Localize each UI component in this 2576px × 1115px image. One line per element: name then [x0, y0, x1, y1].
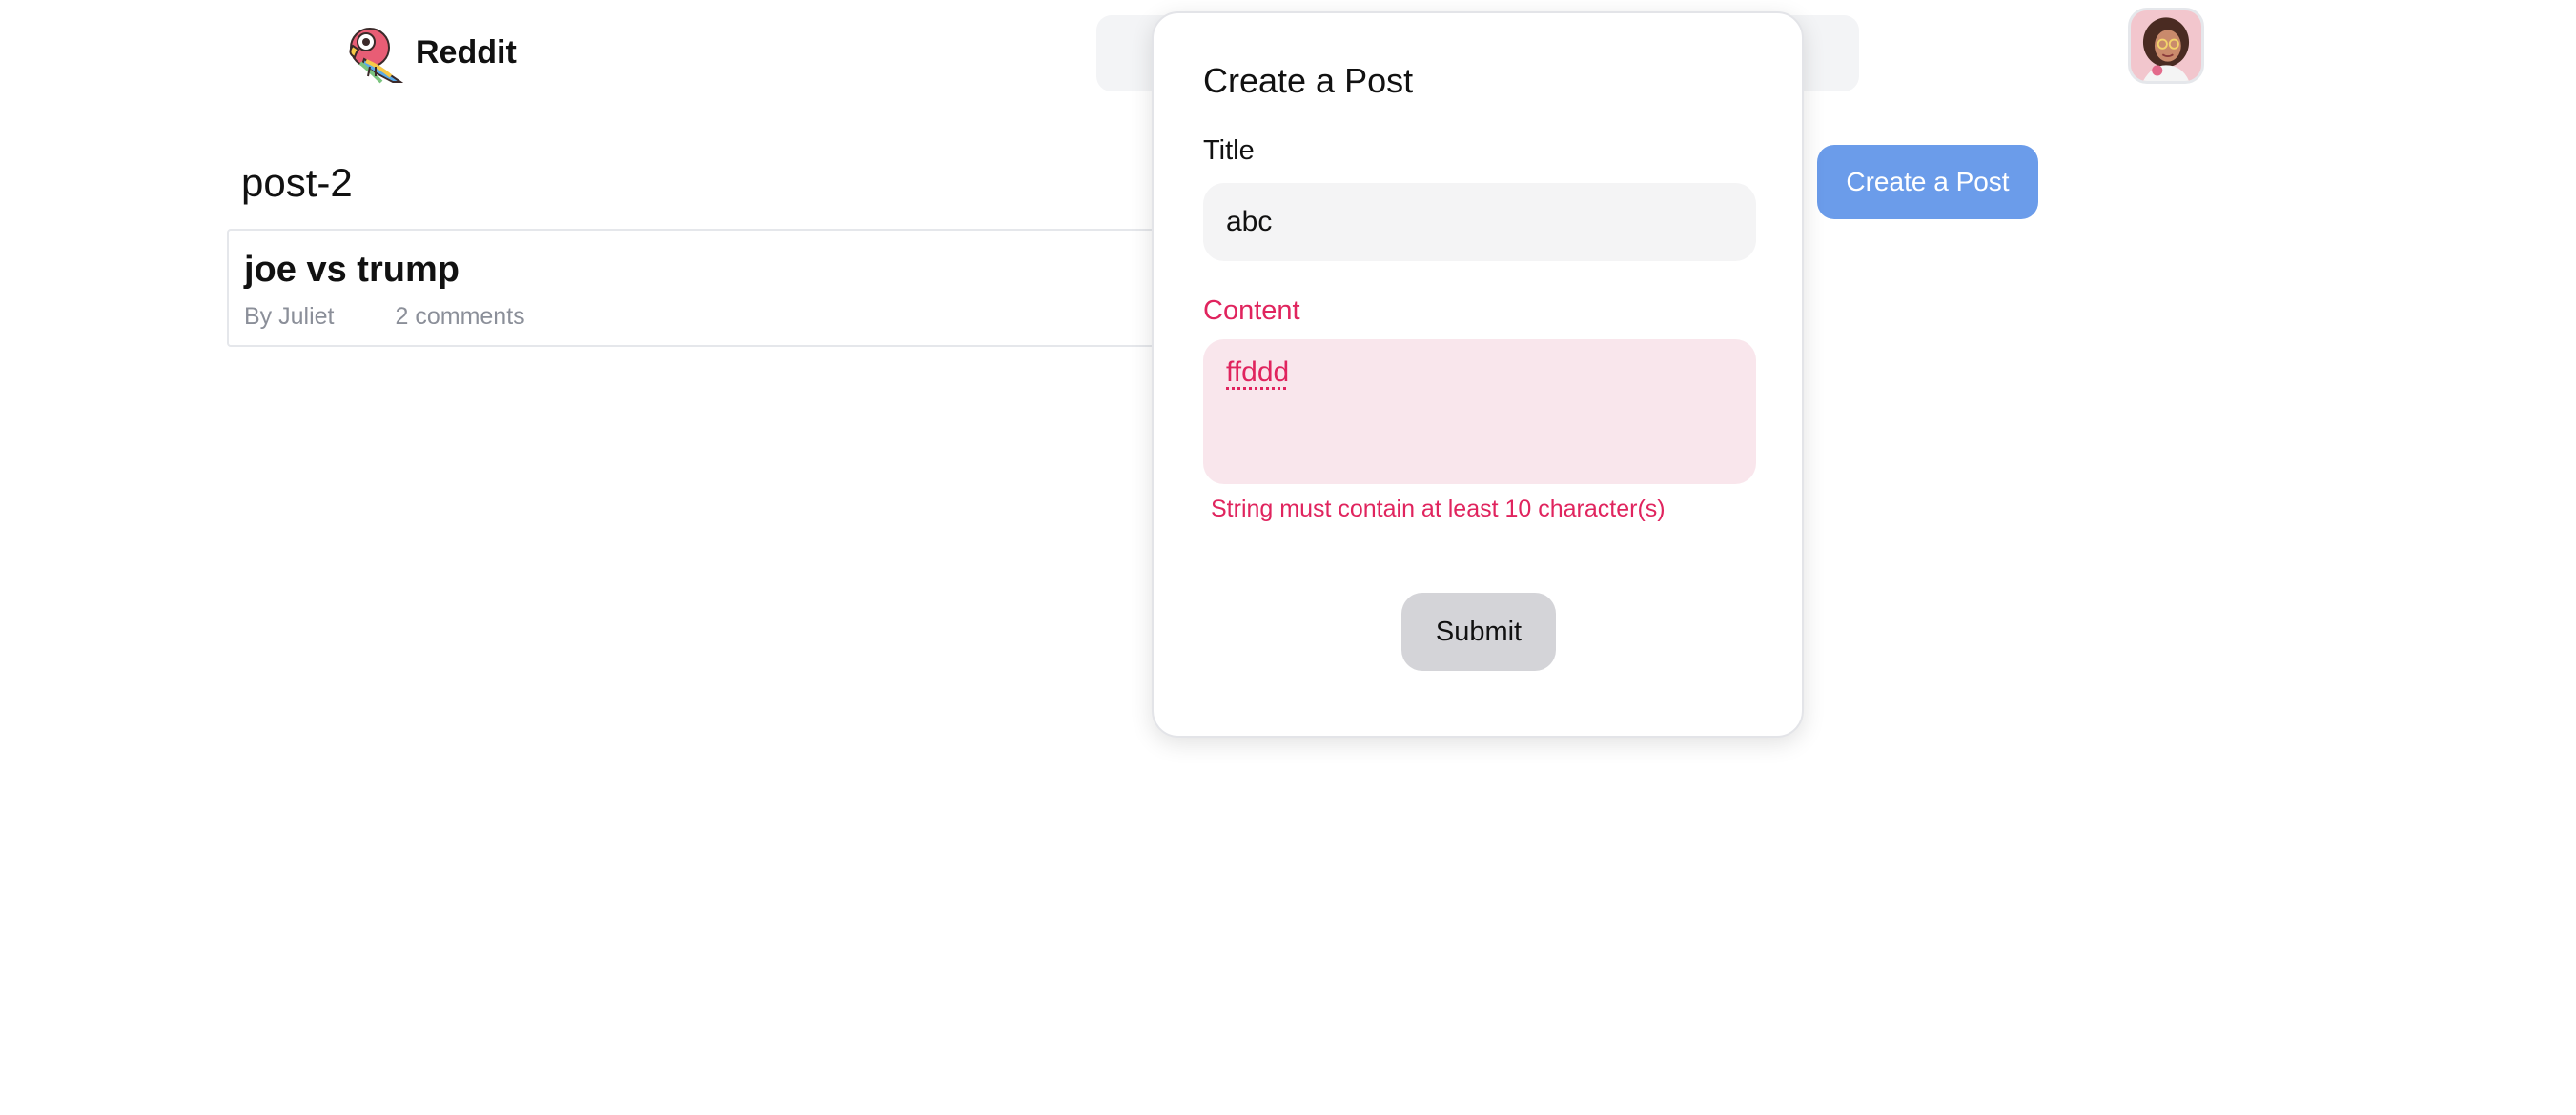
modal-title: Create a Post: [1203, 61, 1414, 100]
create-post-button[interactable]: Create a Post: [1817, 145, 2038, 219]
logo-link[interactable]: Reddit: [343, 19, 517, 86]
content-textarea[interactable]: ffddd: [1203, 339, 1756, 484]
content-error-message: String must contain at least 10 characte…: [1211, 496, 1666, 522]
submit-button[interactable]: Submit: [1401, 593, 1556, 671]
title-label: Title: [1203, 135, 1255, 166]
user-avatar[interactable]: [2128, 8, 2204, 84]
create-post-modal: Create a Post Title Content ffddd String…: [1152, 11, 1804, 738]
parrot-icon: [349, 28, 404, 84]
content-label: Content: [1203, 295, 1300, 326]
post-card[interactable]: joe vs trump By Juliet 2 comments: [227, 229, 1180, 347]
post-comments-count[interactable]: 2 comments: [395, 303, 524, 331]
post-meta: By Juliet 2 comments: [244, 303, 525, 331]
post-title[interactable]: joe vs trump: [244, 250, 460, 291]
avatar-image: [2131, 10, 2201, 81]
brand-name: Reddit: [416, 33, 517, 71]
title-input[interactable]: [1203, 183, 1756, 261]
page-title: post-2: [241, 160, 353, 205]
post-author: By Juliet: [244, 303, 335, 330]
